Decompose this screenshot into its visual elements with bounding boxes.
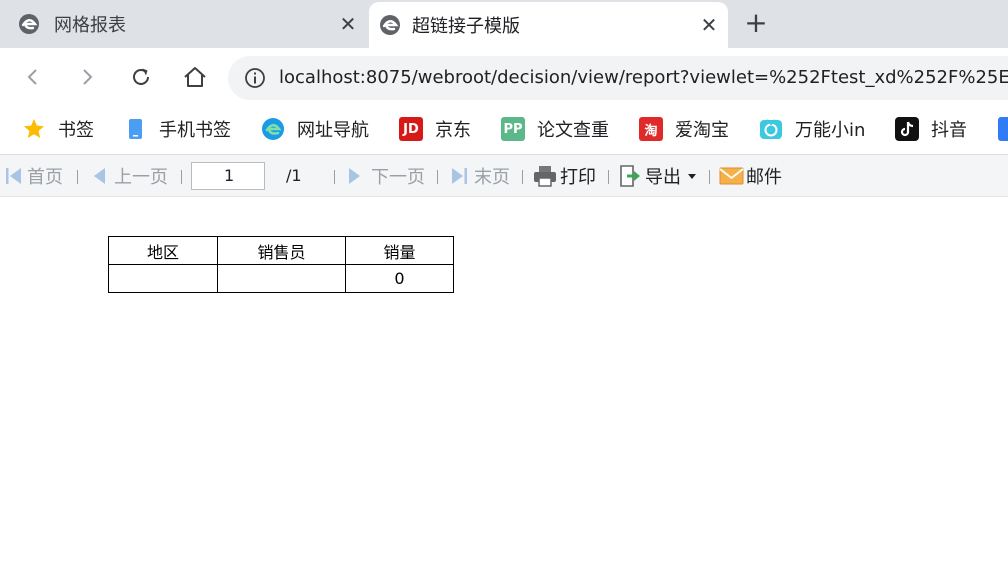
site-info-icon[interactable]: [244, 67, 266, 89]
mail-button[interactable]: 邮件: [719, 155, 782, 197]
bookmark-label: 手机书签: [159, 120, 231, 141]
last-page-icon: [452, 168, 467, 184]
bookmark-douyin[interactable]: 抖音: [895, 114, 967, 144]
url-text[interactable]: localhost:8075/webroot/decision/view/rep…: [279, 56, 1008, 100]
reload-icon: [133, 68, 149, 85]
wanneng-icon: [760, 119, 782, 139]
new-tab-button[interactable]: +: [740, 8, 772, 40]
last-page-label: 末页: [474, 167, 510, 188]
browser-toolbar: localhost:8075/webroot/decision/view/rep…: [0, 48, 1008, 106]
bookmark-jd[interactable]: JD 京东: [399, 114, 471, 144]
prev-page-icon: [94, 168, 105, 184]
forward-button[interactable]: [72, 62, 102, 92]
jd-icon: JD: [399, 117, 423, 141]
page-number-input[interactable]: 1: [191, 162, 265, 190]
star-icon: [24, 119, 44, 138]
bookmark-app-icon: [998, 117, 1008, 141]
separator: [522, 170, 523, 184]
tab-grid-report[interactable]: 网格报表 ✕: [0, 0, 368, 48]
mail-icon: [719, 167, 744, 185]
header-region: 地区: [108, 236, 218, 265]
close-tab-icon[interactable]: ✕: [697, 13, 721, 37]
douyin-icon: [895, 117, 919, 141]
cell-region: [108, 264, 218, 293]
separator: [77, 170, 78, 184]
close-tab-icon[interactable]: ✕: [336, 12, 360, 36]
separator: [709, 170, 710, 184]
first-page-button[interactable]: 首页: [5, 155, 63, 197]
tab-title: 超链接子模版: [412, 16, 520, 37]
address-bar[interactable]: localhost:8075/webroot/decision/view/rep…: [228, 56, 1008, 100]
bookmark-wanneng[interactable]: 万能小in: [759, 114, 865, 144]
first-page-icon: [6, 168, 21, 184]
bookmark-label: 万能小in: [795, 120, 866, 141]
print-label: 打印: [560, 167, 596, 188]
next-page-label: 下一页: [371, 167, 425, 188]
back-button[interactable]: [18, 62, 48, 92]
bookmark-label: 论文查重: [537, 120, 609, 141]
cell-salesperson: [217, 264, 346, 293]
cell-sales-volume: 0: [345, 264, 454, 293]
next-page-icon: [349, 168, 360, 184]
tab-hyperlink-subtemplate[interactable]: 超链接子模版 ✕: [369, 2, 728, 48]
phone-icon: [129, 119, 142, 139]
header-sales-volume: 销量: [345, 236, 454, 265]
report-toolbar: 首页 上一页 1 /1 下一页 末页 打印 导出 邮件: [0, 155, 1008, 197]
edge-nav-icon: [262, 118, 284, 140]
prev-page-label: 上一页: [114, 167, 168, 188]
printer-icon: [534, 166, 556, 187]
bookmark-label: 网址导航: [297, 120, 369, 141]
first-page-label: 首页: [27, 167, 63, 188]
separator: [437, 170, 438, 184]
bookmarks-bar: 书签 手机书签 网址导航 JD 京东 PP 论文查重 淘 爱淘宝 万能小in 抖…: [0, 106, 1008, 152]
forward-arrow-icon: [83, 69, 93, 85]
header-salesperson: 销售员: [217, 236, 346, 265]
bookmark-taobao[interactable]: 淘 爱淘宝: [639, 114, 729, 144]
pp-icon: PP: [501, 117, 525, 141]
edge-e-icon: [19, 14, 39, 34]
bookmark-label: 京东: [435, 120, 471, 141]
separator: [608, 170, 609, 184]
home-button[interactable]: [180, 62, 210, 92]
table-row: 0: [108, 264, 454, 293]
bookmark-overflow[interactable]: [998, 114, 1008, 144]
table-header-row: 地区 销售员 销量: [108, 236, 454, 265]
separator: [334, 170, 335, 184]
print-button[interactable]: 打印: [533, 155, 596, 197]
export-icon: [620, 165, 640, 187]
bookmark-label: 书签: [58, 120, 94, 141]
export-button[interactable]: 导出: [618, 155, 697, 197]
mail-label: 邮件: [746, 167, 782, 188]
bookmark-label: 爱淘宝: [675, 120, 729, 141]
next-page-button[interactable]: 下一页: [348, 155, 425, 197]
taobao-icon: 淘: [639, 117, 663, 141]
bookmark-nav[interactable]: 网址导航: [261, 114, 369, 144]
report-table: 地区 销售员 销量 0: [108, 236, 454, 293]
tab-strip: 网格报表 ✕ 超链接子模版 ✕ +: [0, 0, 1008, 48]
edge-e-icon: [380, 15, 400, 35]
bookmark-label: 抖音: [931, 120, 967, 141]
export-label: 导出: [645, 167, 681, 188]
prev-page-button[interactable]: 上一页: [92, 155, 168, 197]
page-total: /1: [286, 166, 302, 185]
last-page-button[interactable]: 末页: [450, 155, 510, 197]
separator: [181, 170, 182, 184]
bookmark-mobile[interactable]: 手机书签: [123, 114, 231, 144]
bookmark-paper-check[interactable]: PP 论文查重: [501, 114, 609, 144]
tab-title: 网格报表: [54, 15, 126, 36]
caret-down-icon: [688, 174, 696, 179]
back-arrow-icon: [27, 69, 37, 85]
bookmark-bookmarks[interactable]: 书签: [22, 114, 94, 144]
home-icon: [184, 67, 206, 87]
reload-button[interactable]: [126, 62, 156, 92]
